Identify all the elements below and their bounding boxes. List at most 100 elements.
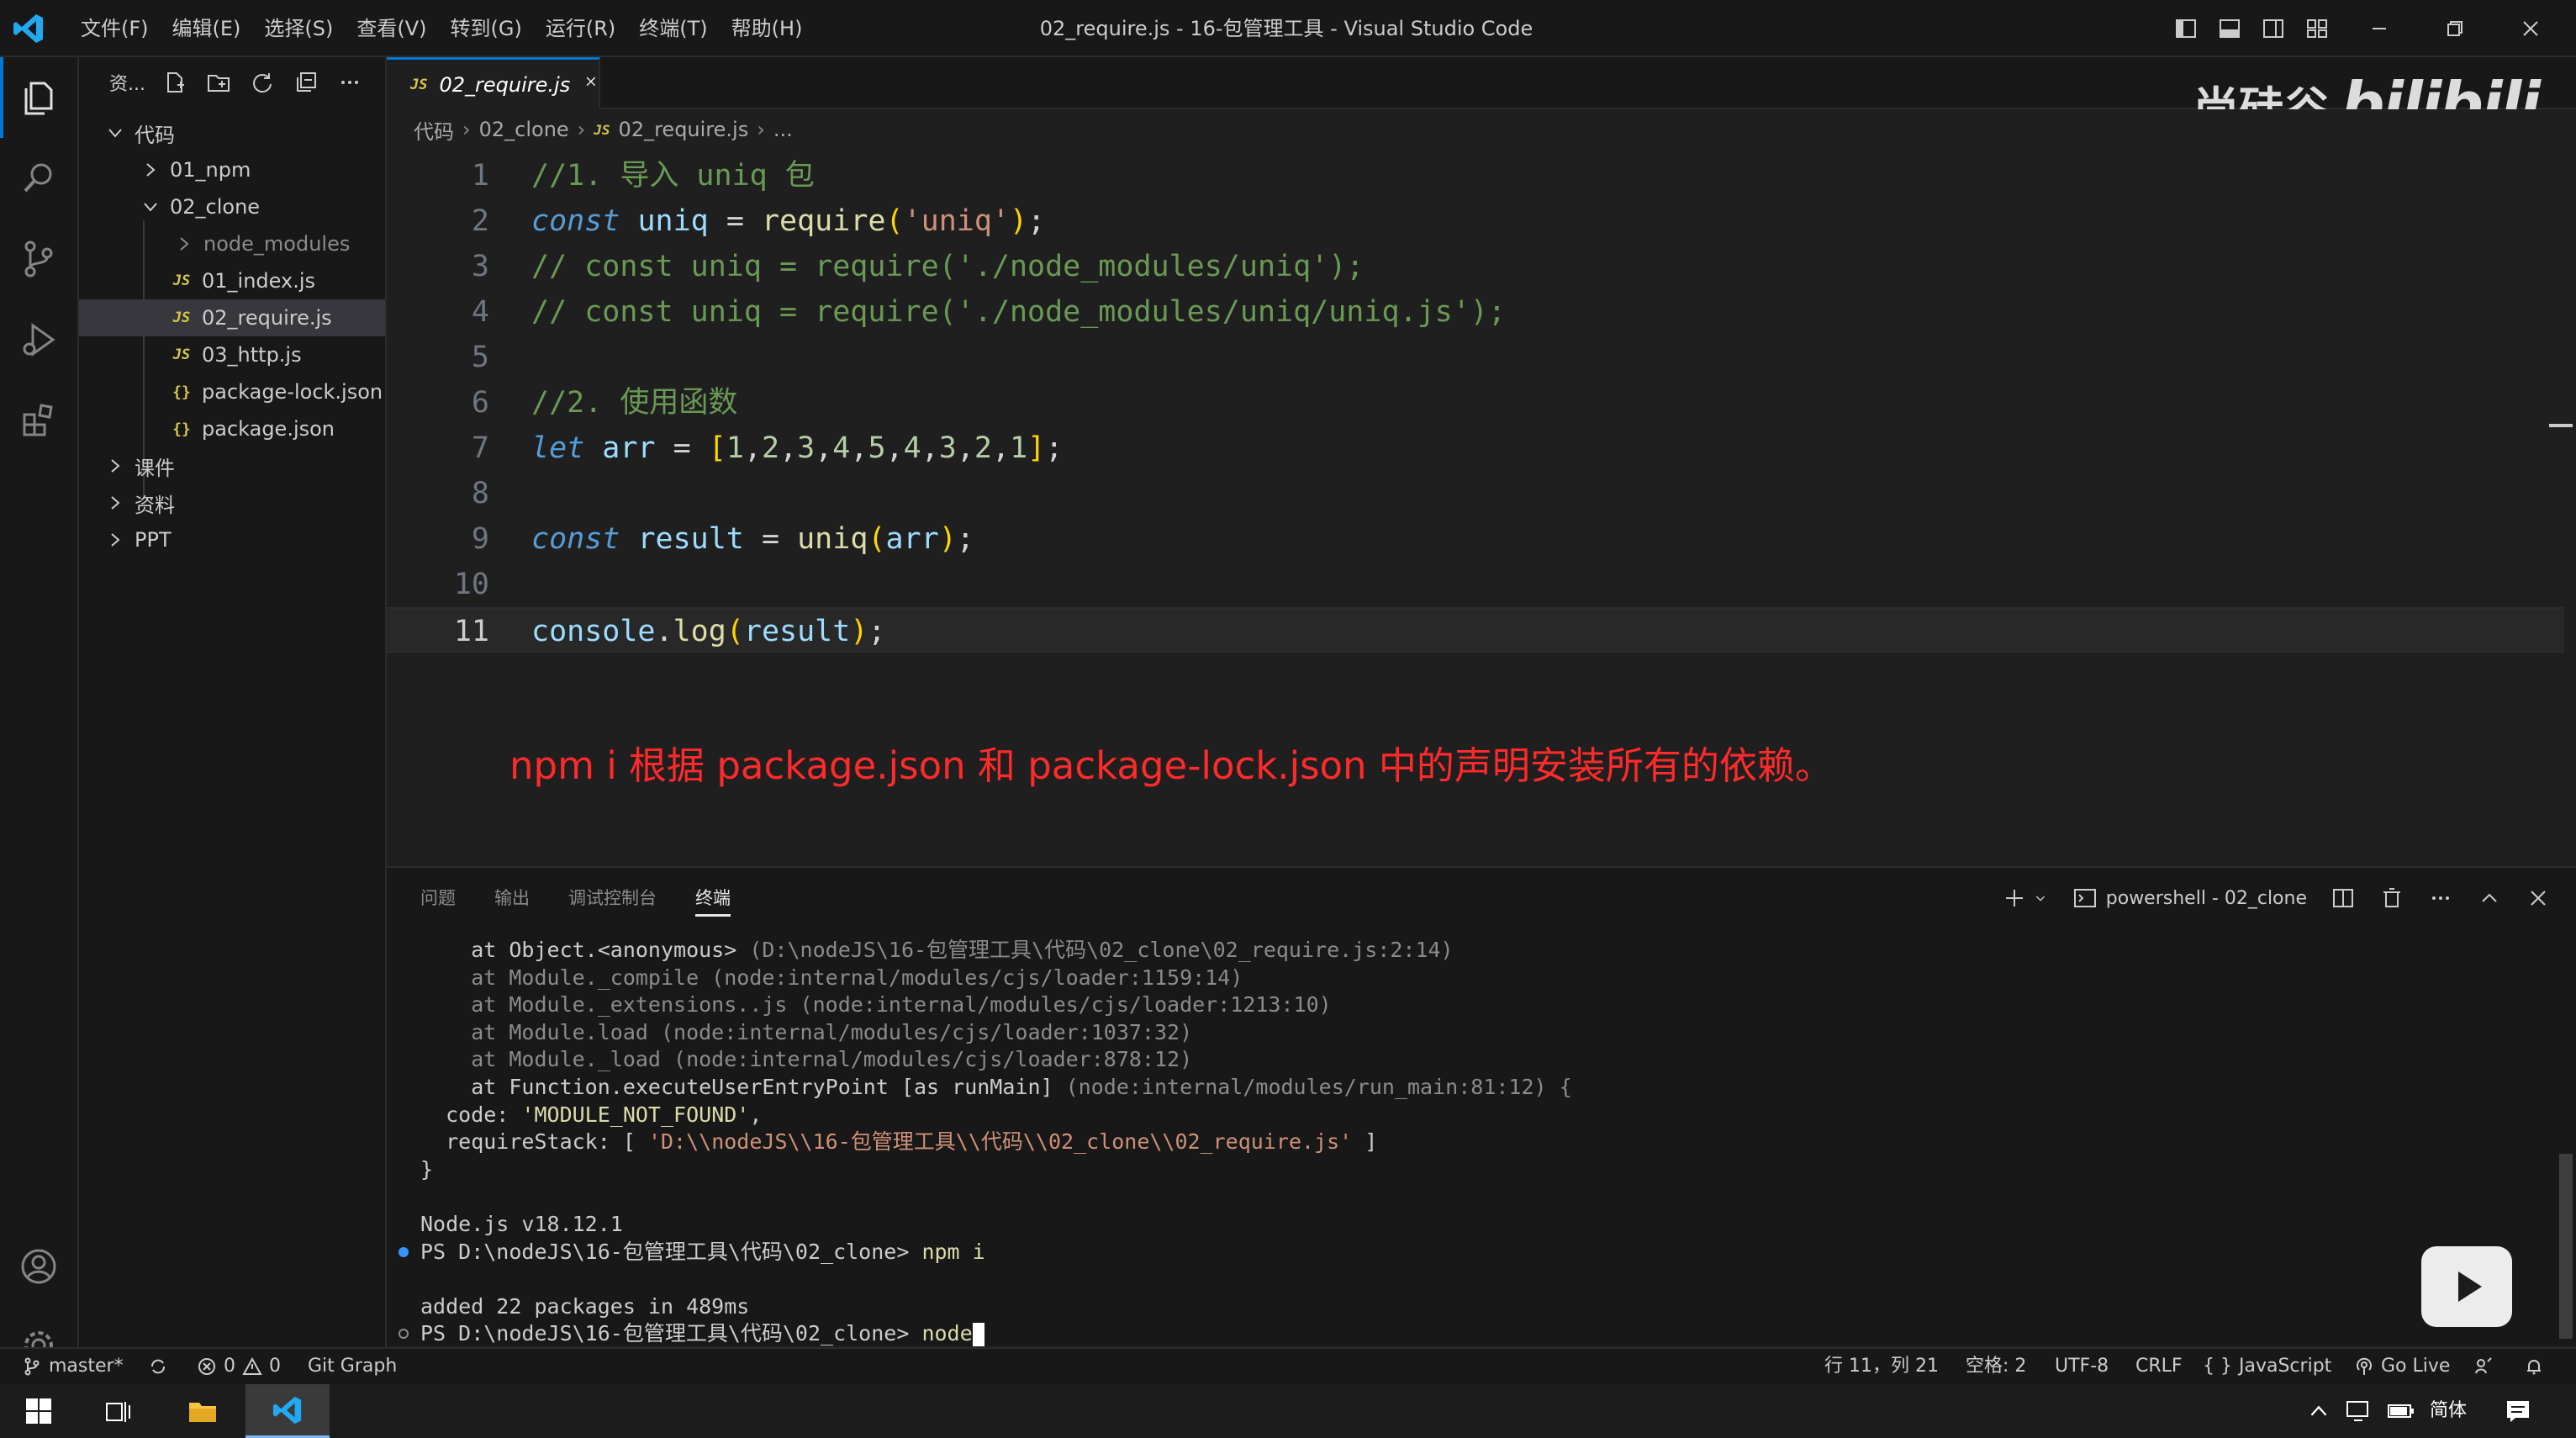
menu-help[interactable]: 帮助(H) (720, 10, 815, 47)
activity-bar (0, 57, 79, 1360)
breadcrumb-item[interactable]: 代码 (414, 115, 454, 145)
tree-folder-02-clone[interactable]: 02_clone (79, 188, 385, 225)
code-line[interactable]: 3 // const uniq = require('./node_modules… (387, 244, 2564, 289)
tree-file-package-lock-json[interactable]: {} package-lock.json (79, 373, 385, 410)
code-line[interactable]: 4 // const uniq = require('./node_modules… (387, 289, 2564, 335)
code-line[interactable]: 5 (387, 335, 2564, 380)
tab-02-require-js[interactable]: JS 02_require.js (387, 57, 600, 109)
search-icon[interactable] (0, 138, 77, 219)
run-debug-icon[interactable] (0, 299, 77, 380)
file-explorer-icon[interactable] (175, 1384, 230, 1438)
tree-folder-ppt[interactable]: PPT (79, 521, 385, 558)
task-view-icon[interactable] (92, 1384, 143, 1438)
cursor-position[interactable]: 行 11，列 21 (1824, 1349, 1939, 1384)
git-branch[interactable]: master* (22, 1349, 124, 1384)
tree-file-package-json[interactable]: {} package.json (79, 410, 385, 447)
new-terminal-icon[interactable] (2002, 886, 2027, 911)
code-line[interactable]: 1 //1. 导入 uniq 包 (387, 153, 2564, 198)
play-icon[interactable] (2421, 1246, 2512, 1327)
battery-icon[interactable] (2384, 1384, 2418, 1438)
new-folder-icon[interactable] (204, 68, 233, 97)
tab-problems[interactable]: 问题 (420, 868, 456, 928)
tree-folder-kejian[interactable]: 课件 (79, 447, 385, 484)
tab-terminal[interactable]: 终端 (695, 880, 731, 917)
customize-layout-icon[interactable] (2305, 17, 2329, 40)
breadcrumb-item[interactable]: 02_require.js (619, 118, 749, 141)
breadcrumb-item[interactable]: 02_clone (479, 118, 569, 141)
git-graph-button[interactable]: Git Graph (308, 1349, 397, 1384)
toggle-panel-icon[interactable] (2218, 17, 2241, 40)
refresh-icon[interactable] (248, 68, 277, 97)
show-hidden-icons-icon[interactable] (2304, 1384, 2334, 1438)
scroll-position-marker[interactable] (2549, 424, 2573, 427)
menu-run[interactable]: 运行(R) (534, 10, 627, 47)
js-file-icon: JS (594, 121, 610, 138)
menu-view[interactable]: 查看(V) (345, 10, 438, 47)
code-line[interactable]: 8 (387, 471, 2564, 516)
tree-folder-ziliao[interactable]: 资料 (79, 484, 385, 521)
restore-icon[interactable] (2443, 17, 2467, 40)
go-live-button[interactable]: Go Live (2354, 1349, 2450, 1384)
toggle-primary-sidebar-icon[interactable] (2174, 17, 2198, 40)
minimize-icon[interactable] (2367, 17, 2391, 40)
sync-icon[interactable] (148, 1349, 168, 1384)
network-icon[interactable] (2342, 1384, 2376, 1438)
menu-terminal[interactable]: 终端(T) (627, 10, 719, 47)
git-branch-icon (24, 1357, 40, 1376)
tree-file-02-require-js[interactable]: JS 02_require.js (79, 299, 385, 336)
tree-folder-node-modules[interactable]: node_modules (79, 225, 385, 262)
language-mode[interactable]: { } JavaScript (2203, 1349, 2331, 1384)
close-window-icon[interactable] (2519, 17, 2542, 40)
code-line[interactable]: 9 const result = uniq(arr); (387, 516, 2564, 562)
toggle-secondary-sidebar-icon[interactable] (2262, 17, 2285, 40)
menu-go[interactable]: 转到(G) (439, 10, 534, 47)
more-actions-icon[interactable] (2428, 886, 2453, 911)
menu-selection[interactable]: 选择(S) (252, 10, 345, 47)
source-control-icon[interactable] (0, 219, 77, 299)
code-line[interactable]: 6 //2. 使用函数 (387, 380, 2564, 426)
close-panel-icon[interactable] (2526, 886, 2551, 911)
chevron-down-icon[interactable] (2032, 886, 2049, 911)
terminal-selector[interactable]: powershell - 02_clone (2072, 886, 2307, 911)
explorer-icon[interactable] (0, 57, 77, 138)
terminal-output[interactable]: at Object.<anonymous> (D:\nodeJS\16-包管理工… (387, 935, 2576, 1347)
tab-output[interactable]: 输出 (494, 868, 530, 928)
more-actions-icon[interactable] (335, 68, 364, 97)
notifications-bell-icon[interactable] (2524, 1349, 2544, 1384)
menu-file[interactable]: 文件(F) (69, 10, 161, 47)
collapse-all-icon[interactable] (292, 68, 320, 97)
language-label: JavaScript (2239, 1356, 2332, 1377)
terminal-scrollbar[interactable] (2559, 1154, 2573, 1339)
command-decoration-dot[interactable] (399, 1246, 409, 1257)
code-line[interactable]: 10 (387, 562, 2564, 607)
new-file-icon[interactable] (161, 68, 189, 97)
code-line[interactable]: 11 console.log(result); (387, 607, 2564, 653)
action-center-icon[interactable] (2497, 1384, 2539, 1438)
tree-file-01-index-js[interactable]: JS 01_index.js (79, 262, 385, 299)
tab-debug-console[interactable]: 调试控制台 (568, 868, 657, 928)
account-icon[interactable] (0, 1226, 77, 1307)
line-ending[interactable]: CRLF (2135, 1349, 2183, 1384)
windows-start-icon[interactable] (13, 1384, 64, 1438)
split-terminal-icon[interactable] (2331, 886, 2356, 911)
problems-status[interactable]: 0 0 (197, 1349, 281, 1384)
feedback-icon[interactable] (2473, 1349, 2494, 1384)
encoding[interactable]: UTF-8 (2055, 1349, 2109, 1384)
menu-edit[interactable]: 编辑(E) (161, 10, 253, 47)
tree-folder-01-npm[interactable]: 01_npm (79, 151, 385, 188)
code-line[interactable]: 2 const uniq = require('uniq'); (387, 198, 2564, 244)
code-line[interactable]: 7 let arr = [1,2,3,4,5,4,3,2,1]; (387, 426, 2564, 471)
code-editor[interactable]: 1 //1. 导入 uniq 包 2 const uniq = require('un… (387, 150, 2576, 866)
indentation[interactable]: 空格: 2 (1966, 1349, 2026, 1384)
trash-icon[interactable] (2379, 886, 2404, 911)
extensions-icon[interactable] (0, 380, 77, 461)
vscode-taskbar-icon[interactable] (245, 1384, 330, 1438)
tree-label: 02_require.js (202, 306, 332, 330)
ime-indicator[interactable]: 简体 (2430, 1384, 2467, 1438)
close-tab-icon[interactable] (583, 74, 599, 96)
command-decoration-dot[interactable] (399, 1329, 409, 1340)
tree-file-03-http-js[interactable]: JS 03_http.js (79, 336, 385, 373)
breadcrumb-item[interactable]: ... (773, 118, 793, 141)
maximize-panel-icon[interactable] (2477, 886, 2502, 911)
tree-folder-daima[interactable]: 代码 (79, 114, 385, 151)
